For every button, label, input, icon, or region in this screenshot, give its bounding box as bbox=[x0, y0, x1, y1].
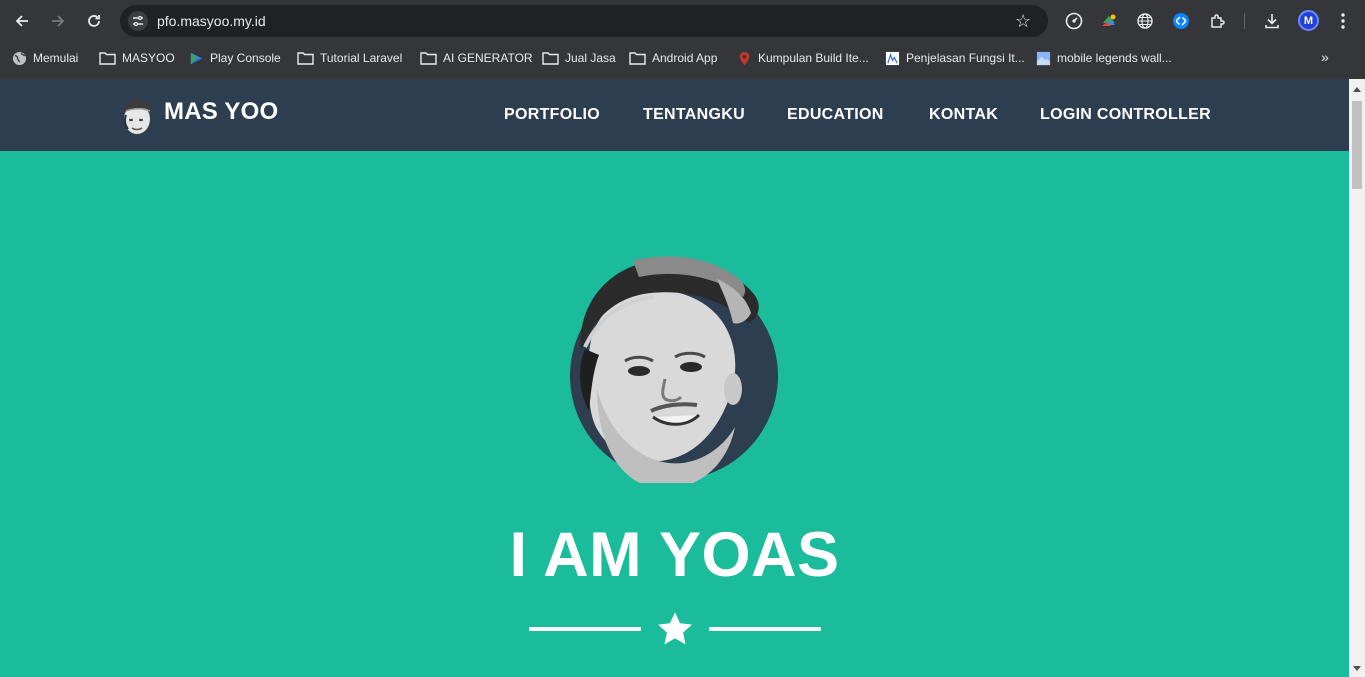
translate-globe-icon[interactable] bbox=[1135, 11, 1155, 31]
back-arrow-icon bbox=[15, 15, 28, 27]
bookmarks-bar: Memulai MASYOO Play Console Tutorial Lar… bbox=[0, 44, 1365, 72]
bookmark-jual-jasa[interactable]: Jual Jasa bbox=[542, 49, 616, 67]
extension-colorful-icon[interactable] bbox=[1099, 11, 1119, 31]
folder-icon bbox=[297, 52, 314, 65]
toolbar-separator bbox=[1244, 13, 1245, 29]
bookmark-label: Play Console bbox=[210, 51, 281, 65]
bookmark-label: Jual Jasa bbox=[565, 51, 616, 65]
scroll-down-arrow-icon[interactable] bbox=[1353, 666, 1361, 671]
bookmark-ai-generator[interactable]: AI GENERATOR bbox=[420, 49, 533, 67]
site-favicon-icon bbox=[739, 51, 750, 65]
extensions-puzzle-icon[interactable] bbox=[1208, 11, 1228, 31]
web-page: MAS YOO PORTFOLIO TENTANGKU EDUCATION KO… bbox=[0, 79, 1349, 677]
brand-name[interactable]: MAS YOO bbox=[164, 98, 278, 126]
url-text[interactable]: pfo.masyoo.my.id bbox=[157, 13, 266, 29]
bookmark-mobile-legends[interactable]: mobile legends wall... bbox=[1036, 49, 1172, 67]
bookmark-label: Kumpulan Build Ite... bbox=[758, 51, 869, 65]
bookmark-penjelasan-fungsi[interactable]: Penjelasan Fungsi It... bbox=[885, 49, 1025, 67]
folder-icon bbox=[542, 52, 559, 65]
site-info-button[interactable] bbox=[128, 11, 148, 31]
nav-login-controller[interactable]: LOGIN CONTROLLER bbox=[1040, 106, 1211, 124]
play-console-icon bbox=[190, 52, 203, 64]
bookmark-star-icon[interactable]: ☆ bbox=[1015, 11, 1031, 32]
nav-education[interactable]: EDUCATION bbox=[787, 106, 884, 124]
folder-icon bbox=[99, 52, 116, 65]
divider-line-right bbox=[709, 627, 821, 631]
profile-avatar[interactable]: M bbox=[1298, 10, 1319, 31]
nav-kontak[interactable]: KONTAK bbox=[929, 106, 998, 124]
address-bar[interactable]: pfo.masyoo.my.id ☆ bbox=[120, 5, 1048, 37]
bookmark-android-app[interactable]: Android App bbox=[629, 49, 717, 67]
tune-icon bbox=[133, 15, 143, 27]
hero-title: I AM YOAS bbox=[509, 520, 840, 590]
bookmark-play-console[interactable]: Play Console bbox=[189, 49, 281, 67]
site-favicon-icon bbox=[885, 51, 900, 65]
nav-tentangku[interactable]: TENTANGKU bbox=[643, 106, 745, 124]
bookmark-label: Penjelasan Fungsi It... bbox=[906, 51, 1025, 65]
browser-menu-icon[interactable] bbox=[1334, 11, 1352, 31]
reload-button[interactable] bbox=[81, 9, 107, 33]
folder-icon bbox=[420, 52, 437, 65]
browser-chrome: pfo.masyoo.my.id ☆ M Memulai MASYOO Play… bbox=[0, 0, 1365, 79]
divider-line-left bbox=[529, 627, 641, 631]
star-icon bbox=[658, 612, 692, 645]
site-navbar: MAS YOO PORTFOLIO TENTANGKU EDUCATION KO… bbox=[0, 79, 1349, 151]
bookmark-memulai[interactable]: Memulai bbox=[12, 49, 78, 67]
bookmark-label: AI GENERATOR bbox=[443, 51, 533, 65]
profile-avatar-image bbox=[570, 256, 778, 483]
bookmark-kumpulan-build[interactable]: Kumpulan Build Ite... bbox=[737, 49, 869, 67]
image-favicon-icon bbox=[1036, 51, 1051, 65]
bookmark-label: Android App bbox=[652, 51, 718, 65]
bookmark-label: mobile legends wall... bbox=[1057, 51, 1172, 65]
globe-icon bbox=[12, 51, 27, 65]
browser-toolbar: pfo.masyoo.my.id ☆ M bbox=[0, 0, 1365, 42]
shazam-icon[interactable] bbox=[1171, 11, 1191, 31]
downloads-icon[interactable] bbox=[1262, 11, 1282, 31]
bookmark-label: Memulai bbox=[33, 51, 79, 65]
page-scrollbar[interactable] bbox=[1349, 79, 1365, 677]
bookmark-tutorial-laravel[interactable]: Tutorial Laravel bbox=[297, 49, 402, 67]
scroll-thumb[interactable] bbox=[1352, 101, 1362, 189]
bookmark-masyoo[interactable]: MASYOO bbox=[99, 49, 175, 67]
forward-arrow-icon bbox=[52, 15, 65, 27]
bookmark-label: MASYOO bbox=[122, 51, 175, 65]
bookmark-label: Tutorial Laravel bbox=[320, 51, 403, 65]
nav-portfolio[interactable]: PORTFOLIO bbox=[504, 106, 600, 124]
brand-logo-icon[interactable] bbox=[120, 95, 154, 135]
reload-icon bbox=[88, 15, 100, 27]
forward-button[interactable] bbox=[45, 9, 71, 33]
bookmarks-overflow-icon[interactable]: » bbox=[1321, 49, 1329, 65]
performance-icon[interactable] bbox=[1064, 11, 1084, 31]
folder-icon bbox=[629, 52, 646, 65]
back-button[interactable] bbox=[9, 9, 35, 33]
scroll-up-arrow-icon[interactable] bbox=[1353, 87, 1361, 92]
